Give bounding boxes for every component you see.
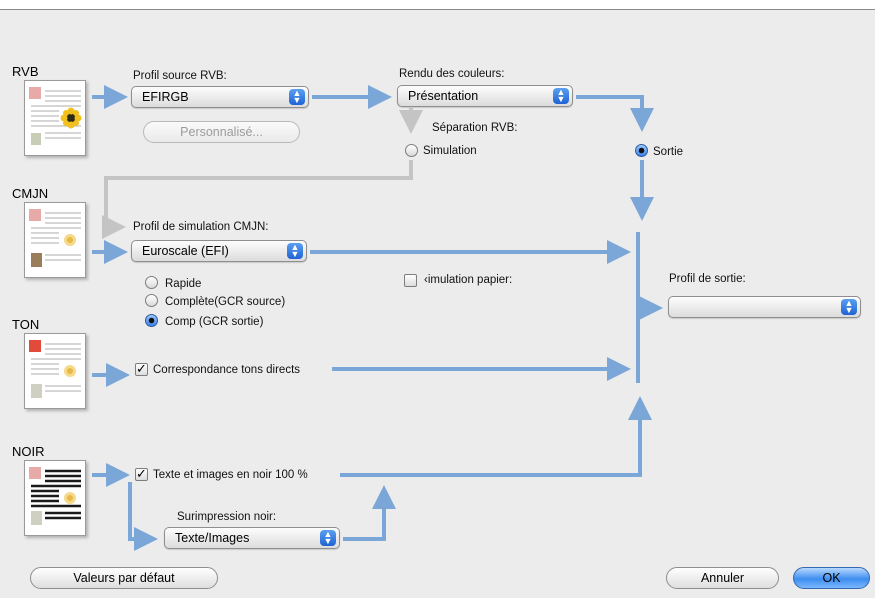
output-profile-label: Profil de sortie: [669,273,746,285]
mode-rapide-label: Rapide [165,278,202,290]
rendering-intent-label: Rendu des couleurs: [399,68,505,80]
mode-comp-sortie-label: Comp (GCR sortie) [165,316,264,328]
popup-arrows-icon: ▲ ▼ [320,530,336,546]
mode-rapide-radio[interactable] [145,276,158,289]
popup-arrows-icon: ▲ ▼ [553,88,569,104]
section-title-cmjn: CMJN [12,186,49,201]
defaults-button[interactable]: Valeurs par défaut [30,567,218,589]
sortie-radio[interactable] [635,144,648,157]
cmyk-simulation-profile-label: Profil de simulation CMJN: [133,221,269,233]
simulation-radio-label: Simulation [423,145,477,157]
rendering-intent-popup[interactable]: Présentation ▲ ▼ [397,85,573,107]
rgb-source-profile-value: EFIRGB [142,90,189,104]
popup-arrows-icon: ▲ ▼ [841,299,857,315]
spot-match-checkbox[interactable]: ✓ [135,362,148,376]
paper-simulation-checkbox[interactable] [404,274,417,287]
black-overprint-value: Texte/Images [175,531,250,545]
section-title-ton: TON [12,317,40,332]
output-profile-popup[interactable]: ▲ ▼ [668,296,861,318]
ok-button[interactable]: OK [793,567,870,589]
spot-match-label: Correspondance tons directs [153,364,301,376]
simulation-radio[interactable] [405,144,418,157]
black-text-label: Texte et images en noir 100 % [153,469,308,481]
cmyk-document-icon [24,202,86,278]
rgb-source-profile-popup[interactable]: EFIRGB ▲ ▼ [131,86,309,108]
rgb-document-icon [24,80,86,156]
spot-document-icon [24,333,86,409]
customize-button[interactable]: Personnalisé... [143,121,300,143]
black-document-icon [24,460,86,536]
cancel-button[interactable]: Annuler [666,567,779,589]
mode-complete-source-label: Complète(GCR source) [165,296,286,308]
rgb-source-profile-label: Profil source RVB: [133,70,227,82]
rendering-intent-value: Présentation [408,89,479,103]
mode-comp-sortie-radio[interactable] [145,314,158,327]
mode-complete-source-radio[interactable] [145,294,158,307]
black-overprint-label: Surimpression noir: [177,511,277,523]
cmyk-simulation-profile-popup[interactable]: Euroscale (EFI) ▲ ▼ [131,240,307,262]
popup-arrows-icon: ▲ ▼ [287,243,303,259]
black-overprint-popup[interactable]: Texte/Images ▲ ▼ [164,527,340,549]
rgb-separation-label: Séparation RVB: [432,122,518,134]
section-title-rvb: RVB [12,64,39,79]
paper-simulation-label: ‹imulation papier: [424,274,513,286]
cmyk-simulation-profile-value: Euroscale (EFI) [142,244,229,258]
section-title-noir: NOIR [12,444,45,459]
sortie-radio-label: Sortie [653,146,684,158]
black-text-checkbox[interactable]: ✓ [135,467,148,481]
popup-arrows-icon: ▲ ▼ [289,89,305,105]
